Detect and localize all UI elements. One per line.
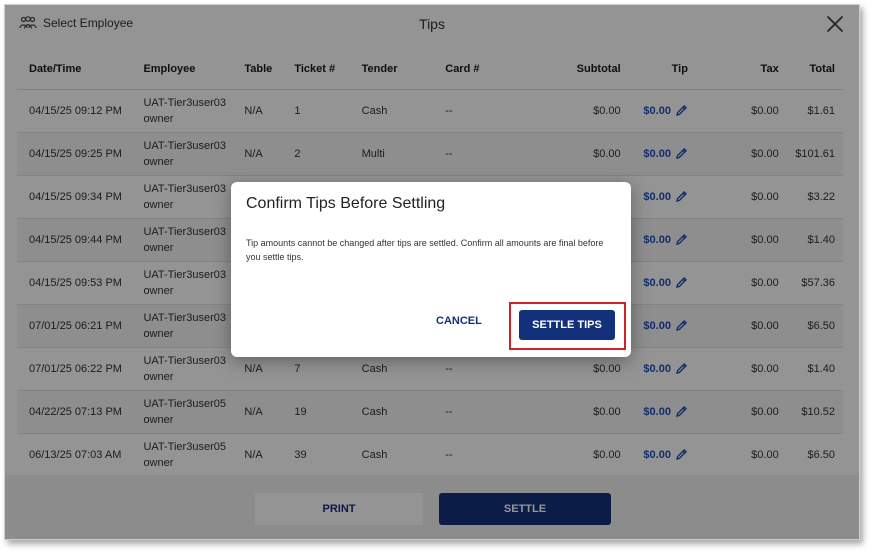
dialog-message: Tip amounts cannot be changed after tips… <box>246 238 604 262</box>
settle-tips-button[interactable]: SETTLE TIPS <box>519 310 615 340</box>
confirm-dialog: Confirm Tips Before Settling Tip amounts… <box>231 182 631 357</box>
cancel-button[interactable]: CANCEL <box>436 315 482 327</box>
dialog-title: Confirm Tips Before Settling <box>246 195 446 212</box>
